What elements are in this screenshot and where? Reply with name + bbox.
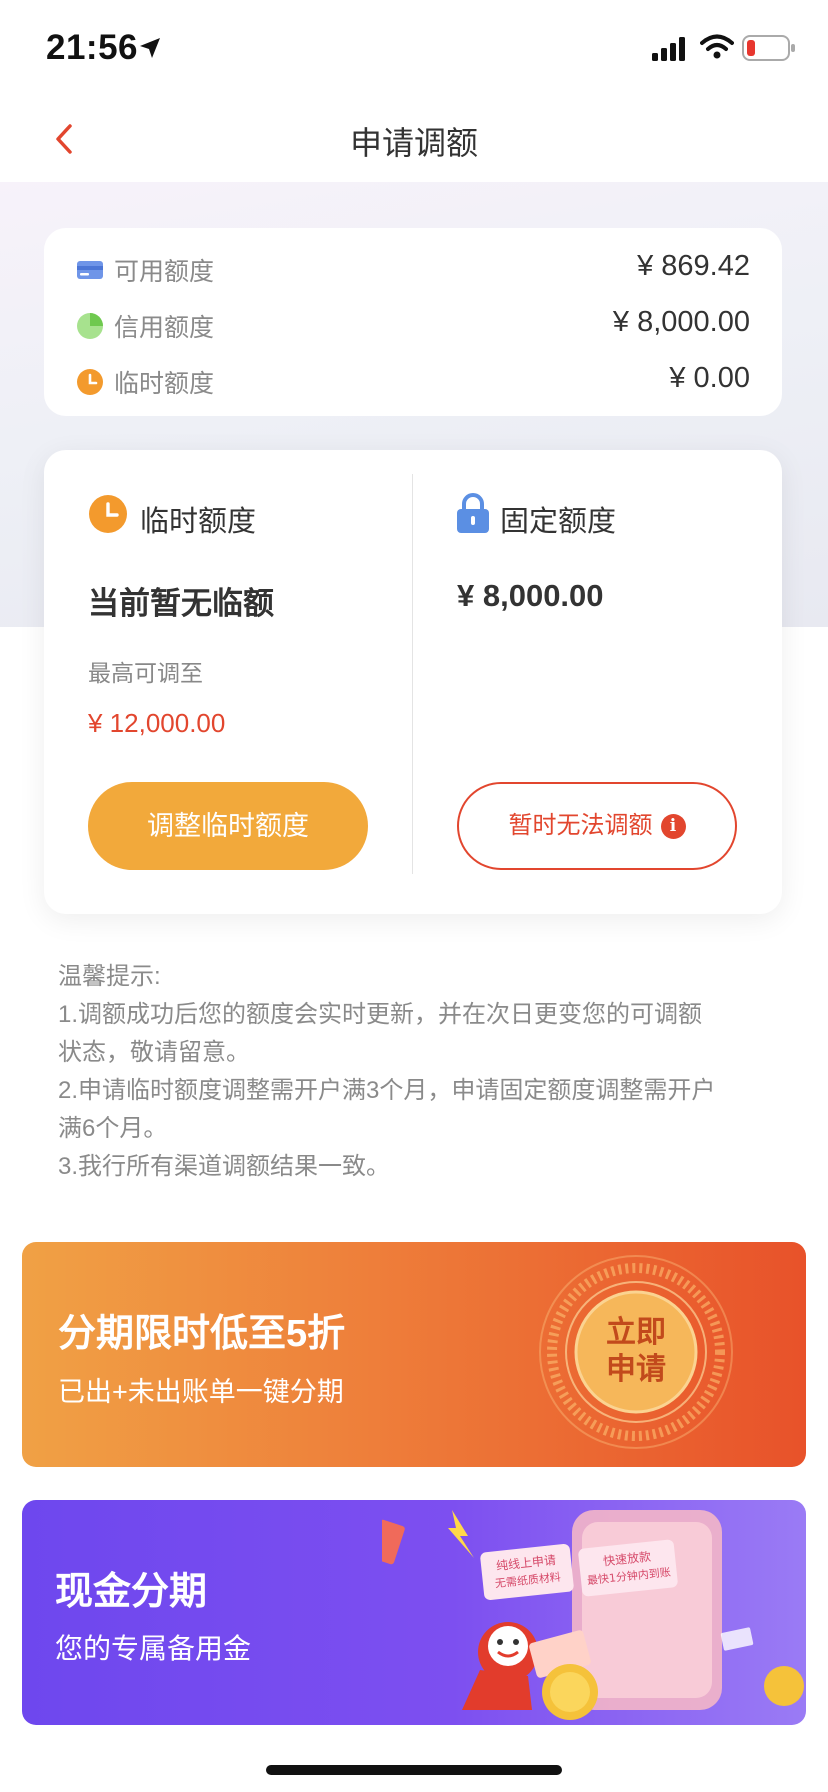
temporary-limit-value: ¥ 0.00 [669,362,750,394]
tip-2-line-1: 2.申请临时额度调整需开户满3个月，申请固定额度调整需开户 [58,1077,716,1104]
no-temporary-limit-text: 当前暂无临额 [88,586,274,621]
status-time: 21:56 [46,28,139,67]
tip-1-line-1: 1.调额成功后您的额度会实时更新，并在次日更变您的可调额 [58,1001,703,1028]
credit-limit-value: ¥ 8,000.00 [612,306,750,338]
temporary-limit-label: 临时额度 [114,370,215,398]
tip-1-line-2: 状态，敬请留意。 [58,1039,250,1066]
info-icon[interactable]: i [660,814,686,839]
fixed-limit-heading: 固定额度 [500,506,617,538]
cash-banner-subtitle: 您的专属备用金 [55,1633,252,1664]
installment-banner-title: 分期限时低至5折 [58,1313,346,1355]
clock-icon [77,369,103,395]
home-indicator [266,1765,562,1775]
max-adjustable-label: 最高可调至 [88,660,203,686]
lock-icon [457,493,489,533]
apply-now-seal[interactable]: 立即 申请 [536,1252,736,1452]
wifi-icon [700,34,734,59]
tip-2-line-2: 满6个月。 [58,1115,168,1142]
pie-icon [77,313,103,339]
adjust-limit-card: 临时额度 当前暂无临额 最高可调至 ¥ 12,000.00 调整临时额度 固定额… [44,450,782,914]
column-divider [412,474,413,874]
location-arrow-icon [140,38,160,58]
tips-title: 温馨提示: [58,963,161,990]
cash-banner-title: 现金分期 [55,1571,208,1613]
summary-row-temporary: 临时额度 ¥ 0.00 [76,362,750,402]
cannot-adjust-label: 暂时无法调额 [508,812,653,839]
available-limit-label: 可用额度 [114,258,215,286]
max-adjustable-value: ¥ 12,000.00 [88,708,226,738]
mascot-phone-illustration: 纯线上申请 无需纸质材料 快速放款 最快1分钟内到账 [382,1510,804,1720]
status-bar: 21:56 [0,0,828,96]
summary-row-credit: 信用额度 ¥ 8,000.00 [76,306,750,346]
cellular-signal-icon [652,37,685,61]
fixed-limit-amount: ¥ 8,000.00 [457,578,604,613]
seal-text-line1: 立即 [606,1315,666,1350]
temporary-limit-heading: 临时额度 [140,506,257,538]
nav-bar: 申请调额 [0,96,828,182]
credit-summary-card: 可用额度 ¥ 869.42 信用额度 ¥ 8,000.00 临时额度 ¥ 0.0… [44,228,782,416]
credit-limit-label: 信用额度 [114,314,215,342]
available-limit-value: ¥ 869.42 [637,250,750,282]
page-title: 申请调额 [349,125,478,161]
card-icon [77,261,103,279]
installment-banner-subtitle: 已出+未出账单一键分期 [58,1377,344,1407]
cannot-adjust-button[interactable]: 暂时无法调额 i [457,782,737,870]
clock-icon [89,495,127,533]
summary-row-available: 可用额度 ¥ 869.42 [76,250,750,290]
adjust-temporary-limit-button[interactable]: 调整临时额度 [88,782,368,870]
seal-text-line2: 申请 [606,1352,666,1387]
cash-installment-banner[interactable]: 现金分期 您的专属备用金 纯线上申请 无需纸质材料 快速放款 最快1分钟内到账 [22,1500,806,1725]
tips-section: 温馨提示: 1.调额成功后您的额度会实时更新，并在次日更变您的可调额 状态，敬请… [58,958,778,1186]
tip-3: 3.我行所有渠道调额结果一致。 [58,1153,391,1180]
battery-low-icon [742,35,795,61]
installment-promo-banner[interactable]: 分期限时低至5折 已出+未出账单一键分期 立即 申请 [22,1242,806,1467]
